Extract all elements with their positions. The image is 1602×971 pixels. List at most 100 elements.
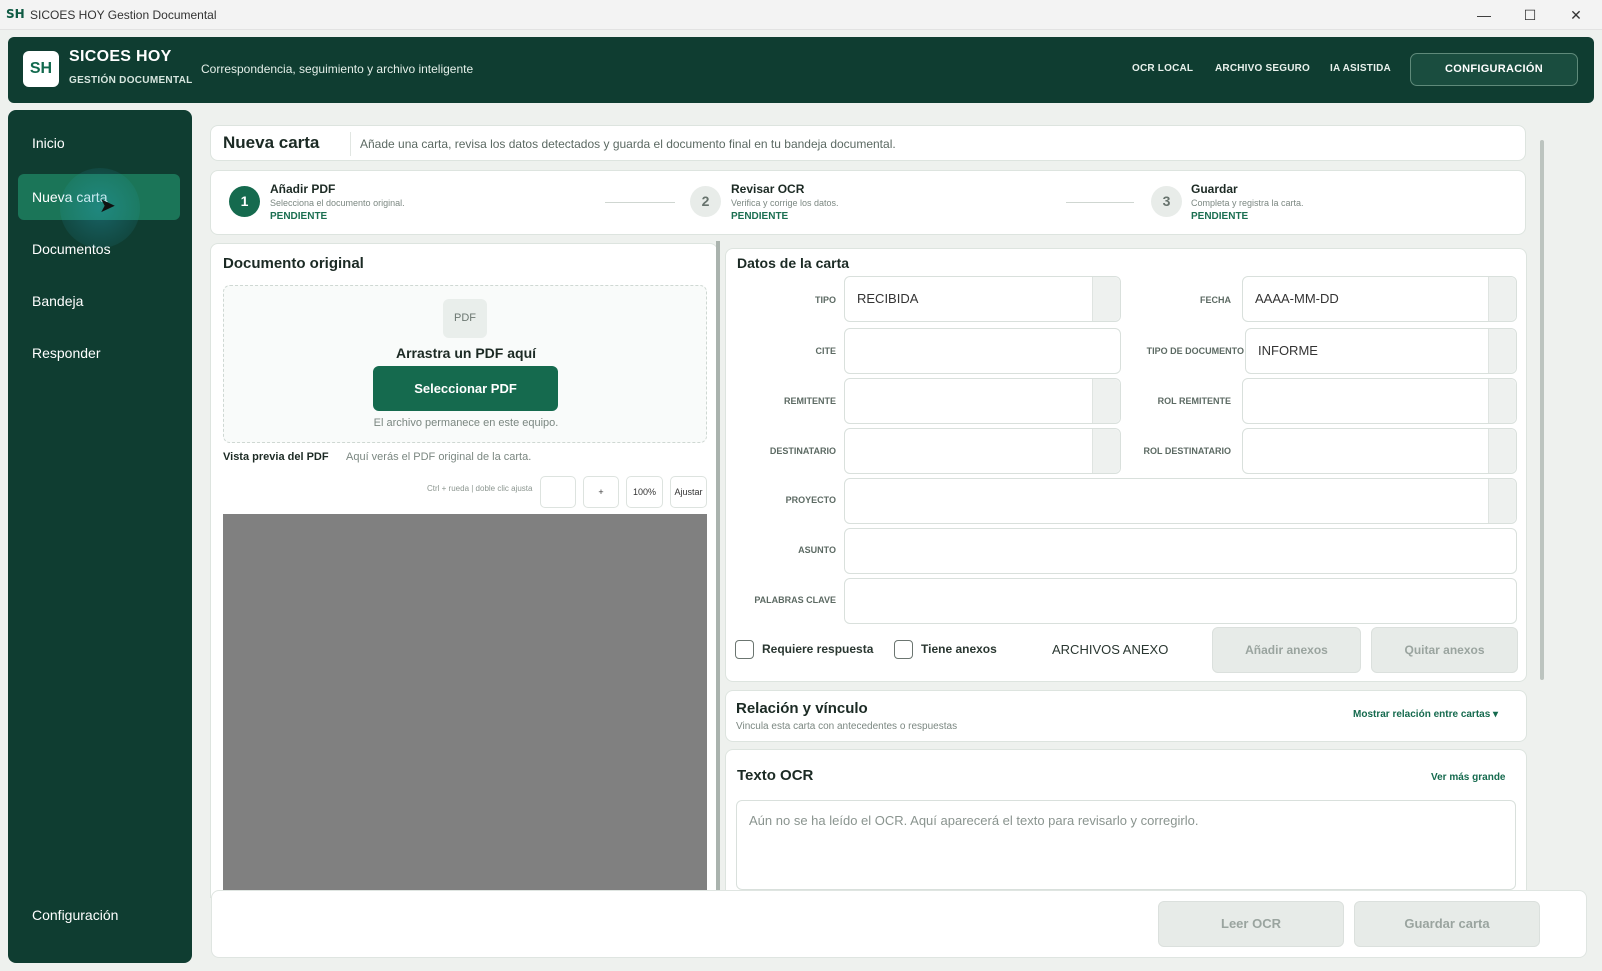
select-pdf-button[interactable]: Seleccionar PDF bbox=[373, 366, 558, 411]
chevron-down-icon bbox=[1092, 277, 1120, 321]
main-content: Nueva carta Añade una carta, revisa los … bbox=[207, 110, 1585, 898]
destinatario-select[interactable] bbox=[844, 428, 1121, 474]
step-2-number: 2 bbox=[690, 186, 721, 217]
chevron-down-icon bbox=[1092, 379, 1120, 423]
app-header: SH SICOES HOY GESTIÓN DOCUMENTAL Corresp… bbox=[8, 37, 1594, 103]
palabras-clave-label: PALABRAS CLAVE bbox=[754, 595, 836, 605]
step-1-status: PENDIENTE bbox=[270, 211, 328, 222]
zoom-in-button[interactable]: + bbox=[583, 476, 619, 508]
close-icon[interactable]: ✕ bbox=[1556, 4, 1596, 26]
configuration-button[interactable]: CONFIGURACIÓN bbox=[1410, 53, 1578, 86]
ocr-text-area[interactable]: Aún no se ha leído el OCR. Aquí aparecer… bbox=[736, 800, 1516, 890]
read-ocr-button[interactable]: Leer OCR bbox=[1158, 901, 1344, 947]
step-1-title: Añadir PDF bbox=[270, 182, 336, 196]
sidebar-item-responder[interactable]: Responder bbox=[18, 330, 180, 376]
remitente-select[interactable] bbox=[844, 378, 1121, 424]
sidebar-item-bandeja[interactable]: Bandeja bbox=[18, 278, 180, 324]
proyecto-label: PROYECTO bbox=[785, 495, 836, 505]
rol-remitente-select[interactable] bbox=[1242, 378, 1517, 424]
page-title-bar: Nueva carta Añade una carta, revisa los … bbox=[210, 125, 1526, 161]
tipo-value: RECIBIDA bbox=[857, 291, 919, 306]
page-title: Nueva carta bbox=[223, 133, 320, 152]
rol-destinatario-select[interactable] bbox=[1242, 428, 1517, 474]
zoom-hint: Ctrl + rueda | doble clic ajusta bbox=[427, 484, 533, 493]
drop-text: Arrastra un PDF aquí bbox=[395, 345, 537, 361]
ocr-text-panel: Texto OCR Ver más grande Aún no se ha le… bbox=[725, 749, 1527, 898]
sidebar-item-documentos[interactable]: Documentos bbox=[18, 226, 180, 272]
letter-data-panel: Datos de la carta TIPO RECIBIDA FECHA AA… bbox=[725, 248, 1527, 682]
requiere-respuesta-checkbox[interactable] bbox=[735, 640, 754, 659]
minimize-icon[interactable]: — bbox=[1464, 4, 1504, 26]
step-2-desc: Verifica y corrige los datos. bbox=[731, 198, 839, 208]
window-title-bar: SH SICOES HOY Gestion Documental — ☐ ✕ bbox=[0, 0, 1602, 30]
asunto-label: ASUNTO bbox=[798, 545, 836, 555]
drop-hint: El archivo permanece en este equipo. bbox=[373, 417, 559, 429]
letter-data-title: Datos de la carta bbox=[737, 255, 850, 271]
preview-label: Vista previa del PDF bbox=[223, 451, 329, 463]
tiene-anexos-checkbox[interactable] bbox=[894, 640, 913, 659]
maximize-icon[interactable]: ☐ bbox=[1510, 4, 1550, 26]
step-2-title: Revisar OCR bbox=[731, 182, 805, 196]
step-2-status: PENDIENTE bbox=[731, 211, 789, 222]
relation-title: Relación y vínculo bbox=[736, 700, 868, 717]
scrollbar-thumb[interactable] bbox=[1540, 140, 1544, 680]
chevron-down-icon bbox=[1488, 329, 1516, 373]
fecha-placeholder: AAAA-MM-DD bbox=[1255, 291, 1339, 306]
pdf-preview-area[interactable] bbox=[223, 514, 707, 894]
step-3-desc: Completa y registra la carta. bbox=[1191, 198, 1304, 208]
sidebar-item-configuracion[interactable]: Configuración bbox=[18, 892, 180, 938]
step-connector bbox=[1066, 202, 1134, 203]
fecha-field[interactable]: AAAA-MM-DD bbox=[1242, 276, 1517, 322]
calendar-icon bbox=[1488, 277, 1516, 321]
nav-ia-asistida[interactable]: IA ASISTIDA bbox=[1330, 63, 1391, 74]
add-anexos-button[interactable]: Añadir anexos bbox=[1212, 627, 1361, 673]
show-relation-link[interactable]: Mostrar relación entre cartas ▾ bbox=[1353, 709, 1498, 720]
nav-ocr-local[interactable]: OCR LOCAL bbox=[1132, 63, 1193, 74]
sidebar-item-nueva-carta[interactable]: Nueva carta bbox=[18, 174, 180, 220]
chevron-down-icon bbox=[1488, 479, 1516, 523]
relation-description: Vincula esta carta con antecedentes o re… bbox=[736, 721, 958, 732]
ocr-text-title: Texto OCR bbox=[737, 767, 814, 784]
palabras-clave-field[interactable] bbox=[844, 578, 1517, 624]
remove-anexos-button[interactable]: Quitar anexos bbox=[1371, 627, 1518, 673]
tipo-documento-label: TIPO DE DOCUMENTO bbox=[1146, 346, 1244, 356]
archivos-anexo-label: ARCHIVOS ANEXO bbox=[1052, 642, 1169, 657]
step-3-title: Guardar bbox=[1191, 182, 1238, 196]
sidebar-item-inicio[interactable]: Inicio bbox=[18, 120, 180, 166]
panel-splitter[interactable] bbox=[716, 241, 720, 891]
sidebar: Inicio Nueva carta Documentos Bandeja Re… bbox=[8, 110, 192, 963]
preview-description: Aquí verás el PDF original de la carta. bbox=[346, 451, 532, 463]
proyecto-select[interactable] bbox=[844, 478, 1517, 524]
cite-field[interactable] bbox=[844, 328, 1121, 374]
relation-panel: Relación y vínculo Vincula esta carta co… bbox=[725, 690, 1527, 742]
chevron-down-icon bbox=[1488, 379, 1516, 423]
tipo-documento-select[interactable]: INFORME bbox=[1245, 328, 1517, 374]
steps-bar: 1 Añadir PDF Selecciona el documento ori… bbox=[210, 170, 1526, 235]
chevron-down-icon bbox=[1488, 429, 1516, 473]
tipo-select[interactable]: RECIBIDA bbox=[844, 276, 1121, 322]
app-logo: SH bbox=[23, 51, 59, 87]
rol-destinatario-label: ROL DESTINATARIO bbox=[1143, 446, 1232, 456]
app-icon: SH bbox=[6, 7, 25, 21]
zoom-level-button[interactable]: 100% bbox=[626, 476, 663, 508]
title-divider bbox=[350, 132, 351, 156]
fit-button[interactable]: Ajustar bbox=[670, 476, 707, 508]
nav-archivo-seguro[interactable]: ARCHIVO SEGURO bbox=[1215, 63, 1310, 74]
tagline: Correspondencia, seguimiento y archivo i… bbox=[201, 62, 474, 76]
original-document-title: Documento original bbox=[223, 255, 364, 272]
zoom-out-button[interactable] bbox=[540, 476, 576, 508]
fecha-label: FECHA bbox=[1200, 295, 1231, 305]
tipo-documento-value: INFORME bbox=[1258, 343, 1318, 358]
brand-name: SICOES HOY bbox=[69, 48, 172, 65]
pdf-dropzone[interactable]: PDF Arrastra un PDF aquí Seleccionar PDF… bbox=[223, 285, 707, 443]
main-scrollbar[interactable] bbox=[1539, 126, 1545, 866]
destinatario-label: DESTINATARIO bbox=[769, 446, 836, 456]
view-larger-link[interactable]: Ver más grande bbox=[1431, 772, 1505, 783]
chevron-down-icon bbox=[1092, 429, 1120, 473]
save-letter-button[interactable]: Guardar carta bbox=[1354, 901, 1540, 947]
action-footer: Leer OCR Guardar carta bbox=[211, 890, 1587, 958]
original-document-panel: Documento original PDF Arrastra un PDF a… bbox=[210, 243, 718, 898]
requiere-respuesta-label: Requiere respuesta bbox=[762, 642, 874, 656]
remitente-label: REMITENTE bbox=[783, 396, 836, 406]
asunto-field[interactable] bbox=[844, 528, 1517, 574]
